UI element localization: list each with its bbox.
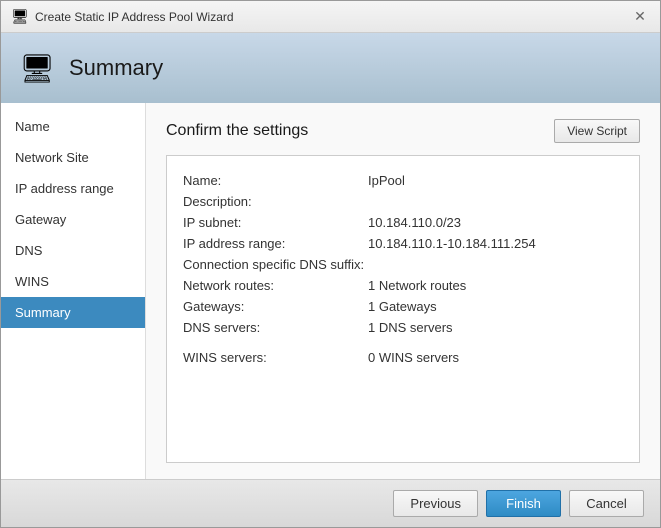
sidebar: Name Network Site IP address range Gatew… — [1, 103, 146, 479]
setting-label-name: Name: — [183, 173, 368, 188]
setting-row-wins-servers: WINS servers: 0 WINS servers — [183, 338, 623, 368]
main-header: Confirm the settings View Script — [166, 119, 640, 143]
window-title: Create Static IP Address Pool Wizard — [35, 10, 234, 24]
setting-value-name: IpPool — [368, 173, 405, 188]
sidebar-item-ip-address-range[interactable]: IP address range — [1, 173, 145, 204]
header-icon: 🖥 — [17, 48, 57, 88]
setting-label-description: Description: — [183, 194, 368, 209]
setting-row-network-routes: Network routes: 1 Network routes — [183, 275, 623, 296]
setting-value-network-routes: 1 Network routes — [368, 278, 466, 293]
title-bar-left: 🖥 Create Static IP Address Pool Wizard — [11, 8, 234, 26]
setting-row-ip-subnet: IP subnet: 10.184.110.0/23 — [183, 212, 623, 233]
previous-button[interactable]: Previous — [393, 490, 478, 517]
sidebar-item-wins[interactable]: WINS — [1, 266, 145, 297]
view-script-button[interactable]: View Script — [554, 119, 640, 143]
setting-row-name: Name: IpPool — [183, 170, 623, 191]
setting-value-gateways: 1 Gateways — [368, 299, 437, 314]
finish-button[interactable]: Finish — [486, 490, 561, 517]
setting-row-gateways: Gateways: 1 Gateways — [183, 296, 623, 317]
title-bar: 🖥 Create Static IP Address Pool Wizard ✕ — [1, 1, 660, 33]
main-title: Confirm the settings — [166, 122, 308, 140]
setting-row-description: Description: — [183, 191, 623, 212]
setting-value-wins-servers: 0 WINS servers — [368, 350, 459, 365]
sidebar-item-summary[interactable]: Summary — [1, 297, 145, 328]
setting-label-ip-subnet: IP subnet: — [183, 215, 368, 230]
footer: Previous Finish Cancel — [1, 479, 660, 527]
settings-box: Name: IpPool Description: IP subnet: 10.… — [166, 155, 640, 463]
wizard-window: 🖥 Create Static IP Address Pool Wizard ✕… — [0, 0, 661, 528]
wizard-header: 🖥 Summary — [1, 33, 660, 103]
setting-label-dns-servers: DNS servers: — [183, 320, 368, 335]
setting-row-dns-suffix: Connection specific DNS suffix: — [183, 254, 623, 275]
setting-label-gateways: Gateways: — [183, 299, 368, 314]
setting-label-dns-suffix: Connection specific DNS suffix: — [183, 257, 368, 272]
setting-row-dns-servers: DNS servers: 1 DNS servers — [183, 317, 623, 338]
setting-value-dns-servers: 1 DNS servers — [368, 320, 453, 335]
sidebar-item-network-site[interactable]: Network Site — [1, 142, 145, 173]
setting-label-network-routes: Network routes: — [183, 278, 368, 293]
header-title: Summary — [69, 55, 163, 81]
setting-label-ip-range: IP address range: — [183, 236, 368, 251]
setting-value-ip-range: 10.184.110.1-10.184.111.254 — [368, 236, 536, 251]
sidebar-item-dns[interactable]: DNS — [1, 235, 145, 266]
setting-label-wins-servers: WINS servers: — [183, 350, 368, 365]
sidebar-item-name[interactable]: Name — [1, 111, 145, 142]
close-button[interactable]: ✕ — [630, 7, 650, 27]
setting-value-ip-subnet: 10.184.110.0/23 — [368, 215, 461, 230]
main-content: Confirm the settings View Script Name: I… — [146, 103, 660, 479]
content-area: Name Network Site IP address range Gatew… — [1, 103, 660, 479]
sidebar-item-gateway[interactable]: Gateway — [1, 204, 145, 235]
cancel-button[interactable]: Cancel — [569, 490, 644, 517]
setting-row-ip-range: IP address range: 10.184.110.1-10.184.11… — [183, 233, 623, 254]
window-icon: 🖥 — [11, 8, 29, 26]
